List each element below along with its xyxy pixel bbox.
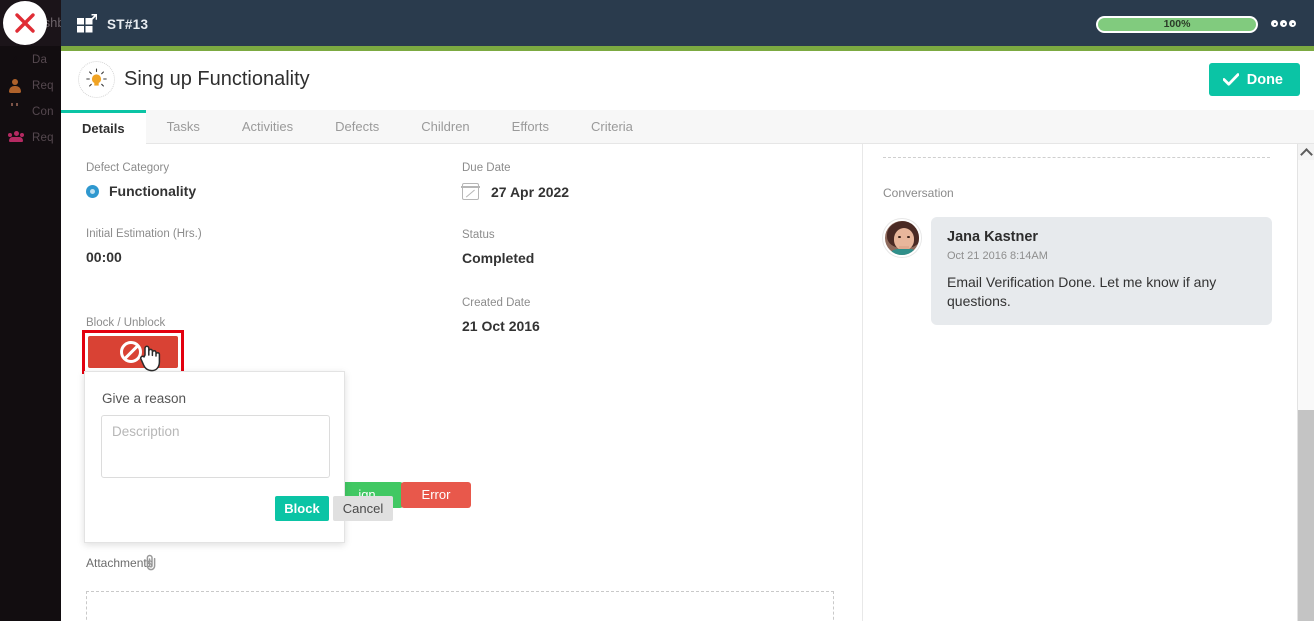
page-header: Sing up Functionality Done — [61, 51, 1314, 110]
reason-description-input[interactable] — [101, 415, 330, 478]
sidebar-item-label: Da — [32, 54, 48, 66]
close-icon — [15, 13, 35, 33]
tab-activities[interactable]: Activities — [221, 110, 314, 144]
message-timestamp: Oct 21 2016 8:14AM — [947, 250, 1048, 262]
field-defect-category: Defect Category Functionality — [86, 162, 426, 199]
sidebar-item-label: Req — [32, 132, 54, 144]
tab-defects[interactable]: Defects — [314, 110, 400, 144]
field-status: Status Completed — [462, 229, 782, 268]
tab-children[interactable]: Children — [400, 110, 490, 144]
field-due-date: Due Date 27 Apr 2022 — [461, 162, 782, 200]
calendar-edit-icon[interactable] — [461, 183, 480, 200]
gauge-icon — [8, 53, 25, 68]
sidebar-menu: Da Req Con Req — [0, 47, 61, 151]
popup-title: Give a reason — [102, 391, 187, 406]
calendar-icon — [8, 105, 25, 120]
message-author: Jana Kastner — [947, 229, 1039, 245]
attachments-dropzone[interactable] — [86, 591, 834, 621]
created-date-value: 21 Oct 2016 — [462, 318, 540, 334]
attachments-label: Attachments — [86, 556, 153, 570]
progress-bar-fill: 100% — [1098, 18, 1256, 31]
field-created-date: Created Date 21 Oct 2016 — [462, 297, 782, 336]
section-separator — [883, 157, 1270, 158]
tab-tasks[interactable]: Tasks — [146, 110, 221, 144]
created-date-label: Created Date — [462, 297, 531, 309]
app-window: Dashboard Da Req Con Req — [0, 0, 1314, 621]
conversation-label: Conversation — [883, 186, 954, 200]
initial-estimation-value: 00:00 — [86, 249, 122, 265]
message-bubble: Jana Kastner Oct 21 2016 8:14AM Email Ve… — [931, 217, 1272, 325]
scroll-up-arrow-icon[interactable] — [1298, 144, 1314, 160]
tab-details[interactable]: Details — [61, 110, 146, 144]
sidebar-item-resources[interactable]: Req — [0, 125, 61, 151]
conversation-message: Jana Kastner Oct 21 2016 8:14AM Email Ve… — [883, 217, 1272, 325]
idea-bulb-icon — [78, 61, 115, 98]
block-unblock-label: Block / Unblock — [86, 317, 166, 329]
sidebar-item-requirements[interactable]: Req — [0, 73, 61, 99]
scrollbar-thumb[interactable] — [1298, 410, 1314, 621]
sidebar-item-dashboard[interactable]: Da — [0, 47, 61, 73]
conversation-pane: Conversation Jana Kastner Oct 21 2016 8:… — [863, 144, 1290, 621]
status-value: Completed — [462, 250, 535, 266]
people-icon — [8, 130, 25, 146]
sidebar-item-contracts[interactable]: Con — [0, 99, 61, 125]
field-initial-estimation: Initial Estimation (Hrs.) 00:00 — [86, 228, 426, 267]
check-icon — [1222, 73, 1239, 86]
tab-bar: Details Tasks Activities Defects Childre… — [61, 110, 1314, 144]
popup-cancel-button[interactable]: Cancel — [333, 496, 393, 521]
done-button-label: Done — [1246, 71, 1283, 88]
category-dot-icon — [86, 184, 99, 198]
top-bar: ST#13 100% — [61, 0, 1314, 51]
details-column-right: Due Date 27 Apr 2022 Status Completed Cr… — [461, 162, 782, 365]
more-options-icon[interactable] — [1270, 19, 1298, 30]
give-a-reason-popup: Give a reason Block Cancel — [84, 371, 393, 543]
details-column-left: Defect Category Functionality Initial Es… — [86, 162, 426, 296]
due-date-label: Due Date — [462, 162, 511, 174]
popup-block-button[interactable]: Block — [275, 496, 329, 521]
done-button[interactable]: Done — [1208, 63, 1300, 96]
due-date-value: 27 Apr 2022 — [491, 183, 570, 200]
defect-category-label: Defect Category — [86, 162, 170, 174]
left-sidebar: Dashboard Da Req Con Req — [0, 0, 61, 621]
page-title: Sing up Functionality — [124, 68, 310, 90]
item-id-label: ST#13 — [107, 17, 149, 32]
status-label: Status — [462, 229, 495, 241]
close-button[interactable] — [3, 1, 47, 45]
message-text: Email Verification Done. Let me know if … — [947, 274, 1217, 309]
details-pane: Defect Category Functionality Initial Es… — [61, 144, 862, 621]
block-unblock-button[interactable] — [88, 336, 178, 368]
block-unblock-highlight — [82, 330, 184, 374]
person-icon — [8, 79, 25, 94]
defect-category-value: Functionality — [109, 183, 197, 199]
mouse-cursor-hand — [139, 345, 161, 372]
vertical-scrollbar[interactable] — [1297, 144, 1314, 621]
avatar — [883, 219, 921, 257]
tab-efforts[interactable]: Efforts — [491, 110, 570, 144]
expand-grid-icon[interactable] — [77, 14, 97, 33]
sidebar-item-label: Req — [32, 80, 54, 92]
scrollbar-track[interactable] — [1298, 160, 1314, 621]
initial-estimation-label: Initial Estimation (Hrs.) — [86, 228, 202, 240]
paperclip-icon[interactable] — [145, 554, 158, 571]
content-area: Defect Category Functionality Initial Es… — [61, 144, 1314, 621]
error-action-button[interactable]: Error — [401, 482, 471, 508]
sidebar-item-label: Con — [32, 106, 54, 118]
progress-bar-container: 100% — [1096, 16, 1258, 33]
tab-criteria[interactable]: Criteria — [570, 110, 654, 144]
